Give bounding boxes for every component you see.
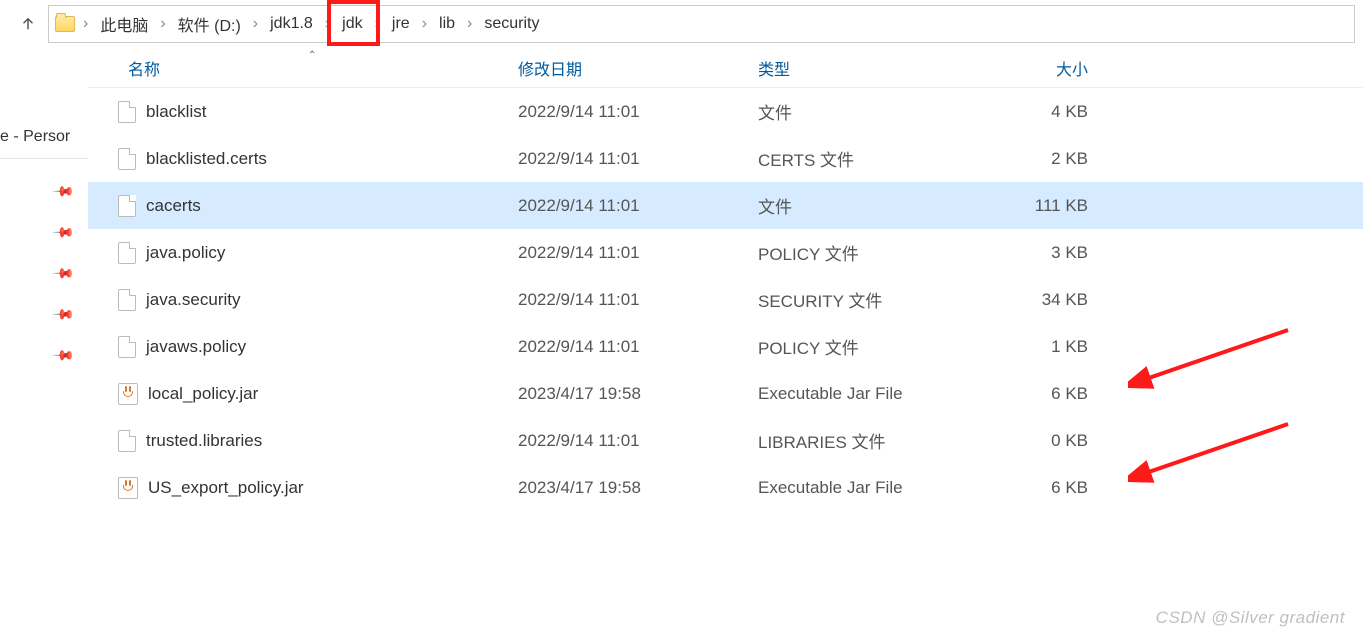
chevron-right-icon[interactable]: ›: [323, 15, 332, 33]
file-date: 2023/4/17 19:58: [518, 384, 758, 404]
file-type: Executable Jar File: [758, 384, 968, 404]
pin-icon: 📌: [51, 343, 75, 367]
chevron-right-icon[interactable]: ›: [373, 15, 382, 33]
pin-icon: 📌: [51, 179, 75, 203]
file-size: 6 KB: [968, 478, 1108, 498]
breadcrumb-item[interactable]: jdk: [338, 13, 366, 35]
sort-indicator-icon: ⌃: [308, 50, 316, 61]
file-name: cacerts: [146, 196, 201, 216]
file-name: java.policy: [146, 243, 225, 263]
jar-file-icon: [118, 477, 138, 499]
file-date: 2022/9/14 11:01: [518, 102, 758, 122]
file-name: local_policy.jar: [148, 384, 258, 404]
pinned-item[interactable]: 📌: [0, 294, 88, 335]
file-type: 文件: [758, 99, 968, 124]
file-name: java.security: [146, 290, 240, 310]
file-date: 2022/9/14 11:01: [518, 290, 758, 310]
file-row[interactable]: US_export_policy.jar 2023/4/17 19:58Execu…: [88, 464, 1363, 511]
pinned-item[interactable]: 📌: [0, 171, 88, 212]
column-header-size[interactable]: 大小: [968, 56, 1108, 80]
pin-icon: 📌: [51, 302, 75, 326]
file-date: 2022/9/14 11:01: [518, 149, 758, 169]
address-bar-region: › 此电脑 › 软件 (D:) › jdk1.8 › jdk › jre › lib › securit…: [0, 0, 1363, 48]
file-row[interactable]: blacklisted.certs 2022/9/14 11:01CERTS 文件…: [88, 135, 1363, 182]
sidebar-item-label[interactable]: e - Persor: [0, 128, 88, 146]
column-headers: ⌃ 名称 修改日期 类型 大小: [88, 48, 1363, 88]
file-name: blacklisted.certs: [146, 149, 267, 169]
pin-icon: 📌: [51, 220, 75, 244]
chevron-right-icon[interactable]: ›: [465, 15, 474, 33]
jar-file-icon: [118, 383, 138, 405]
file-type: POLICY 文件: [758, 334, 968, 359]
file-row[interactable]: blacklist 2022/9/14 11:01文件4 KB: [88, 88, 1363, 135]
file-size: 0 KB: [968, 431, 1108, 451]
file-date: 2023/4/17 19:58: [518, 478, 758, 498]
generic-file-icon: [118, 430, 136, 452]
generic-file-icon: [118, 148, 136, 170]
chevron-right-icon: ›: [81, 15, 90, 33]
file-type: CERTS 文件: [758, 146, 968, 171]
chevron-right-icon[interactable]: ›: [158, 15, 167, 33]
generic-file-icon: [118, 289, 136, 311]
file-size: 2 KB: [968, 149, 1108, 169]
file-date: 2022/9/14 11:01: [518, 337, 758, 357]
pin-icon: 📌: [51, 261, 75, 285]
pinned-item[interactable]: 📌: [0, 335, 88, 376]
pinned-item[interactable]: 📌: [0, 253, 88, 294]
file-name: javaws.policy: [146, 337, 246, 357]
file-row[interactable]: cacerts 2022/9/14 11:01文件111 KB: [88, 182, 1363, 229]
file-date: 2022/9/14 11:01: [518, 243, 758, 263]
file-size: 4 KB: [968, 102, 1108, 122]
file-row[interactable]: trusted.libraries 2022/9/14 11:01LIBRARIE…: [88, 417, 1363, 464]
pinned-item[interactable]: 📌: [0, 212, 88, 253]
file-row[interactable]: javaws.policy 2022/9/14 11:01POLICY 文件1 K…: [88, 323, 1363, 370]
file-row[interactable]: java.policy 2022/9/14 11:01POLICY 文件3 KB: [88, 229, 1363, 276]
file-type: SECURITY 文件: [758, 287, 968, 312]
generic-file-icon: [118, 195, 136, 217]
file-name: trusted.libraries: [146, 431, 262, 451]
breadcrumb-item[interactable]: jdk1.8: [266, 13, 317, 35]
file-size: 6 KB: [968, 384, 1108, 404]
breadcrumb-item[interactable]: security: [480, 13, 543, 35]
breadcrumb-item[interactable]: 软件 (D:): [174, 10, 245, 38]
file-type: POLICY 文件: [758, 240, 968, 265]
breadcrumb-bar[interactable]: › 此电脑 › 软件 (D:) › jdk1.8 › jdk › jre › lib › securit…: [48, 5, 1355, 43]
navigation-sidebar: e - Persor 📌 📌 📌 📌 📌: [0, 48, 88, 638]
generic-file-icon: [118, 101, 136, 123]
breadcrumb-item[interactable]: lib: [435, 13, 459, 35]
file-size: 1 KB: [968, 337, 1108, 357]
file-date: 2022/9/14 11:01: [518, 431, 758, 451]
file-type: 文件: [758, 193, 968, 218]
column-header-name[interactable]: 名称: [88, 56, 518, 80]
watermark-text: CSDN @Silver gradient: [1156, 608, 1345, 628]
file-name: US_export_policy.jar: [148, 478, 304, 498]
column-header-type[interactable]: 类型: [758, 56, 968, 80]
file-size: 34 KB: [968, 290, 1108, 310]
chevron-right-icon[interactable]: ›: [251, 15, 260, 33]
file-type: LIBRARIES 文件: [758, 428, 968, 453]
generic-file-icon: [118, 336, 136, 358]
file-size: 111 KB: [968, 196, 1108, 216]
breadcrumb-item[interactable]: jre: [388, 13, 414, 35]
file-list-pane: ⌃ 名称 修改日期 类型 大小 blacklist 2022/9/14 11:01…: [88, 48, 1363, 638]
up-one-level-button[interactable]: [8, 4, 48, 44]
column-header-date[interactable]: 修改日期: [518, 56, 758, 80]
sidebar-divider: [0, 158, 88, 159]
file-size: 3 KB: [968, 243, 1108, 263]
generic-file-icon: [118, 242, 136, 264]
file-row[interactable]: local_policy.jar 2023/4/17 19:58Executabl…: [88, 370, 1363, 417]
breadcrumb-item[interactable]: 此电脑: [96, 10, 152, 38]
chevron-right-icon[interactable]: ›: [420, 15, 429, 33]
folder-icon: [55, 16, 75, 32]
file-type: Executable Jar File: [758, 478, 968, 498]
file-date: 2022/9/14 11:01: [518, 196, 758, 216]
file-row[interactable]: java.security 2022/9/14 11:01SECURITY 文件3…: [88, 276, 1363, 323]
file-name: blacklist: [146, 102, 206, 122]
